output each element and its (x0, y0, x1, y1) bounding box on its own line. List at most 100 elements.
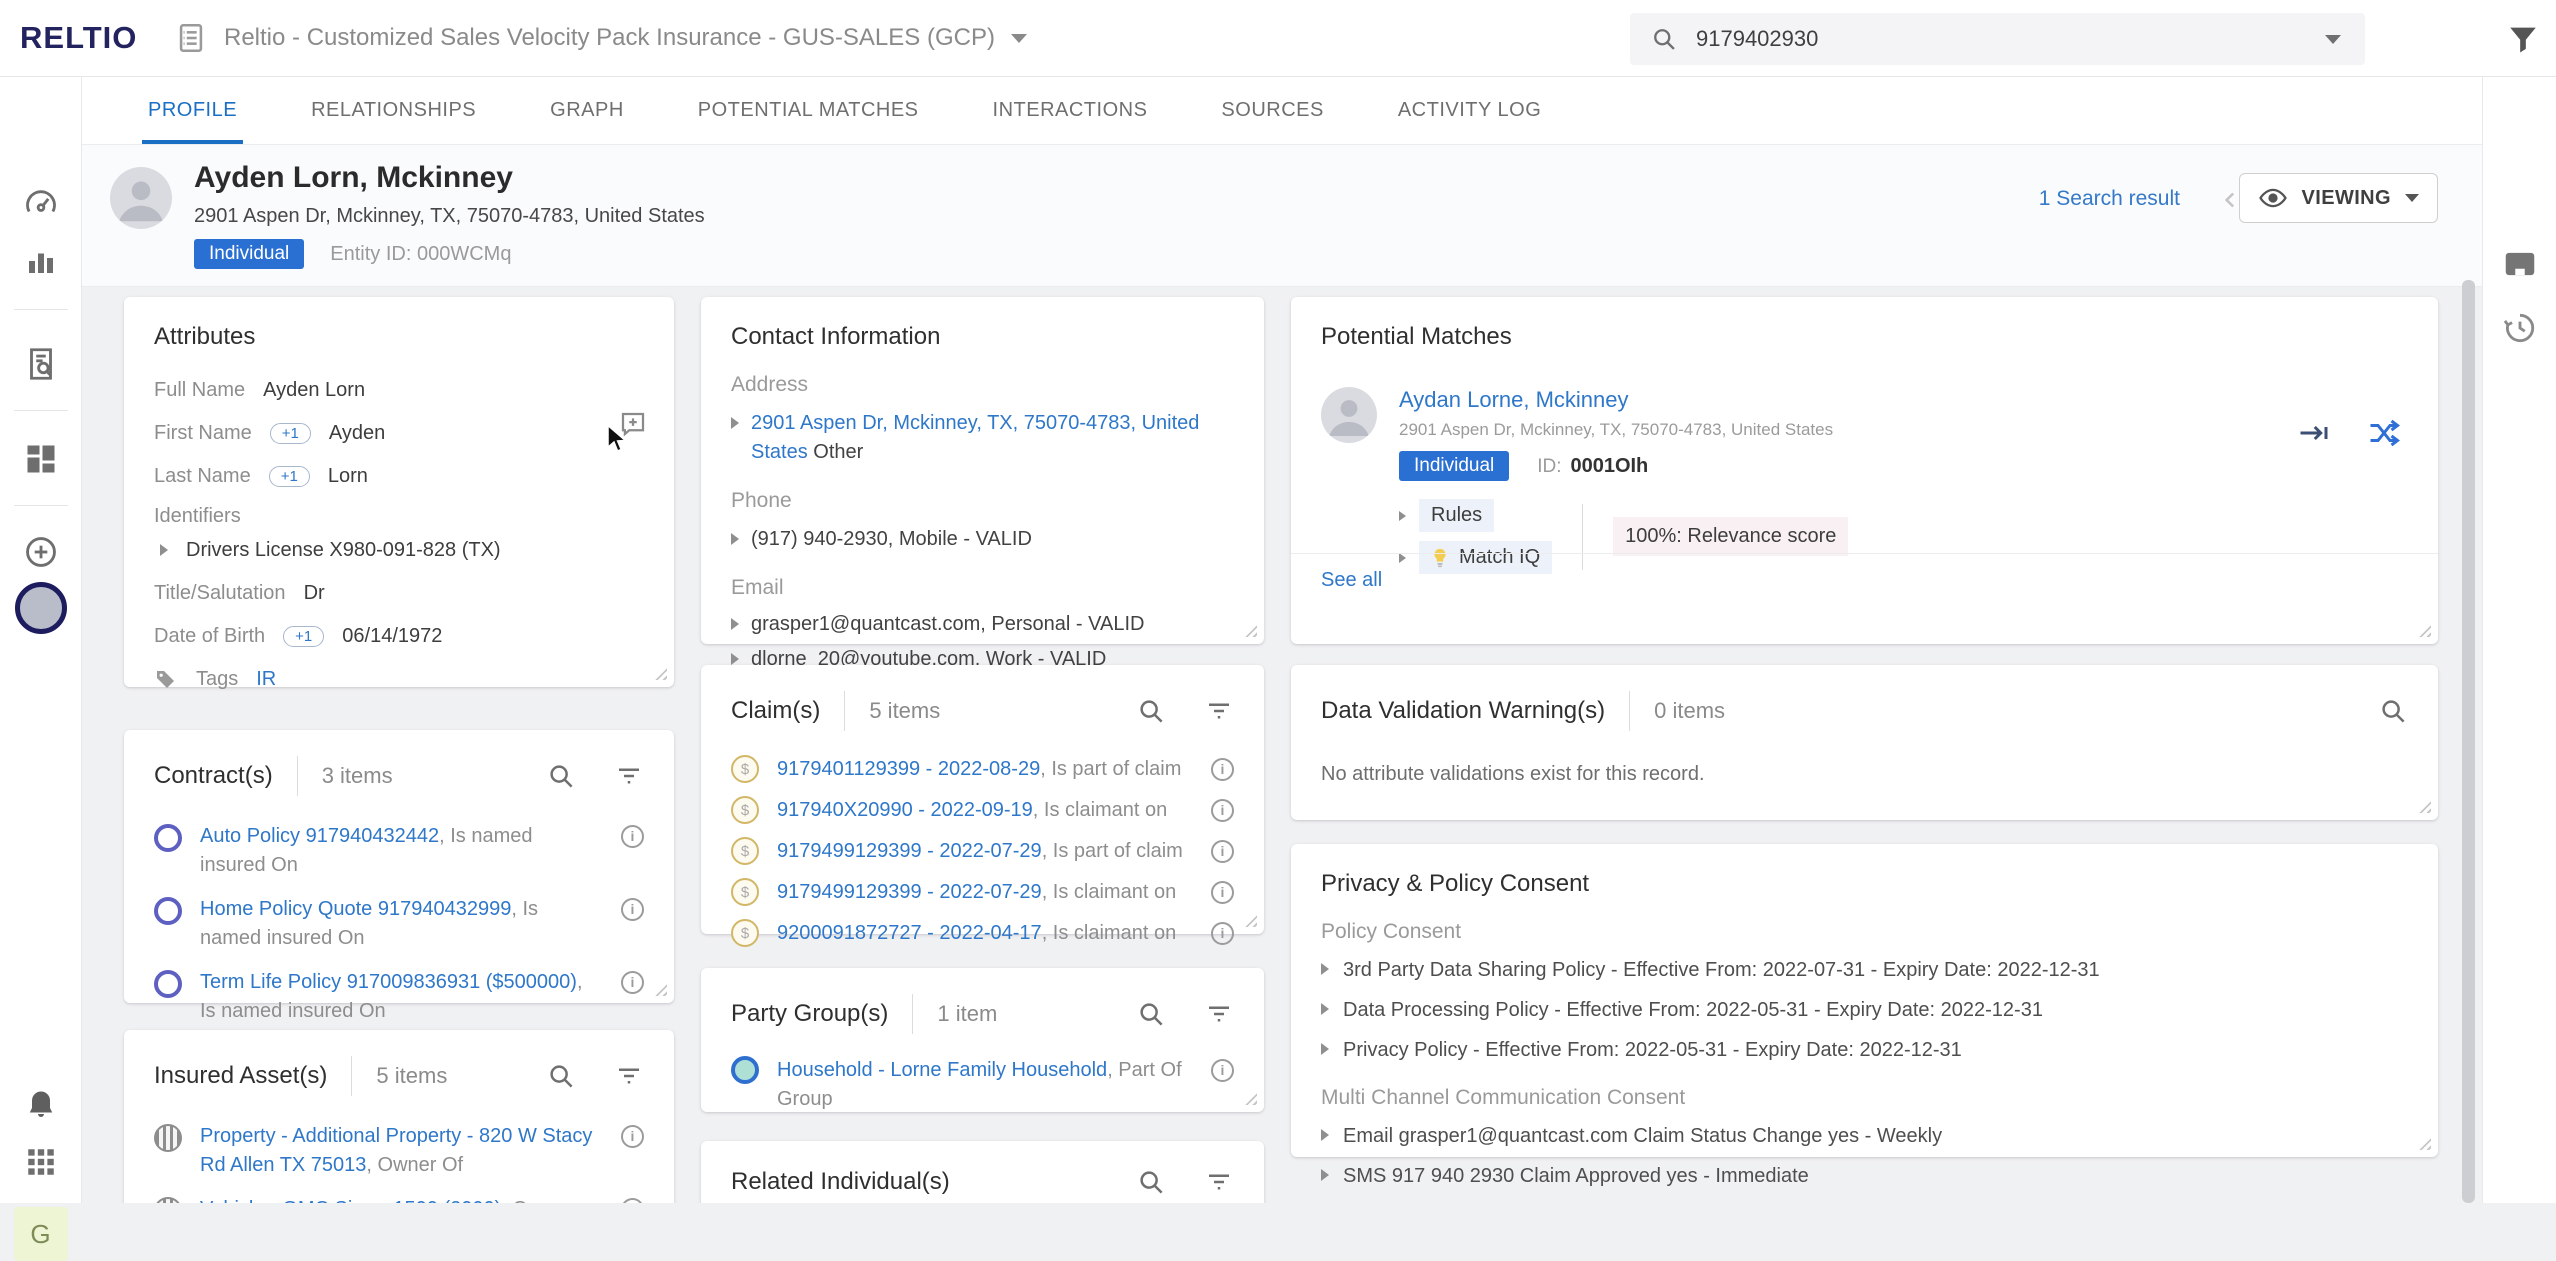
identifier-value[interactable]: Drivers License X980-091-828 (TX) (186, 539, 501, 562)
expand-chevron-icon[interactable] (731, 533, 739, 545)
analytics-bar-chart-icon[interactable] (23, 243, 59, 279)
global-search[interactable] (1630, 13, 2365, 65)
tab-graph[interactable]: GRAPH (550, 77, 624, 144)
card-search-icon[interactable] (546, 1061, 576, 1091)
info-icon[interactable] (1211, 799, 1234, 822)
expand-chevron-icon[interactable] (731, 417, 739, 429)
card-search-icon[interactable] (1136, 999, 1166, 1029)
attribute-label: Title/Salutation (154, 582, 286, 605)
info-icon[interactable] (621, 1125, 644, 1148)
info-icon[interactable] (621, 898, 644, 921)
side-panel-icon[interactable] (2501, 245, 2539, 283)
card-filter-icon[interactable] (614, 1061, 644, 1091)
user-avatar[interactable] (15, 582, 67, 634)
info-icon[interactable] (1211, 881, 1234, 904)
claim-link[interactable]: 917940X20990 - 2022-09-19 (777, 799, 1033, 821)
not-a-match-icon[interactable] (2296, 415, 2332, 451)
search-dropdown-caret-icon[interactable] (2325, 35, 2341, 44)
apps-grid-icon[interactable] (24, 1145, 58, 1179)
info-icon[interactable] (1211, 1059, 1234, 1082)
reltio-logo[interactable]: RELTIO (20, 20, 152, 56)
contract-link[interactable]: Home Policy Quote 917940432999 (200, 898, 511, 920)
see-all-link[interactable]: See all (1321, 569, 1382, 591)
party-group-link[interactable]: Household - Lorne Family Household (777, 1059, 1107, 1081)
card-filter-icon[interactable] (614, 761, 644, 791)
tab-interactions[interactable]: INTERACTIONS (993, 77, 1148, 144)
search-input[interactable] (1694, 25, 2325, 53)
merge-shuffle-icon[interactable] (2366, 415, 2402, 451)
info-icon[interactable] (1211, 758, 1234, 781)
contract-link[interactable]: Auto Policy 917940432442 (200, 825, 439, 847)
resize-grip[interactable] (2418, 624, 2431, 637)
phone-value[interactable]: (917) 940-2930, Mobile - VALID (751, 525, 1032, 554)
card-filter-icon[interactable] (1204, 1167, 1234, 1197)
potential-matches-card: Potential Matches Aydan Lorne, Mckinney … (1291, 297, 2438, 644)
card-filter-icon[interactable] (1204, 696, 1234, 726)
page-scrollbar[interactable] (2462, 280, 2475, 1203)
info-icon[interactable] (1211, 922, 1234, 945)
dashboard-gauge-icon[interactable] (22, 183, 60, 221)
notifications-bell-icon[interactable] (23, 1087, 59, 1123)
contract-link[interactable]: Term Life Policy 917009836931 ($500000) (200, 971, 577, 993)
search-document-icon[interactable] (22, 345, 60, 383)
expand-chevron-icon[interactable] (731, 618, 739, 630)
add-circle-icon[interactable] (22, 533, 60, 571)
card-search-icon[interactable] (546, 761, 576, 791)
search-result-link[interactable]: 1 Search result (2039, 187, 2180, 211)
asset-link[interactable]: Vehicle - GMC Sierra 1500 (2000) (200, 1198, 501, 1203)
dashboard-grid-icon[interactable] (23, 441, 59, 477)
resize-grip[interactable] (1244, 624, 1257, 637)
tag-value-link[interactable]: IR (256, 668, 276, 691)
card-filter-icon[interactable] (1204, 999, 1234, 1029)
tab-profile[interactable]: PROFILE (148, 77, 237, 144)
asset-icon (154, 1197, 182, 1203)
card-search-icon[interactable] (1136, 1167, 1166, 1197)
more-values-chip[interactable]: +1 (269, 466, 310, 487)
viewing-mode-button[interactable]: VIEWING (2239, 173, 2438, 223)
rules-expander[interactable]: Rules (1399, 499, 1552, 532)
info-icon[interactable] (621, 825, 644, 848)
expand-chevron-icon[interactable] (1321, 1129, 1329, 1141)
tab-potential-matches[interactable]: POTENTIAL MATCHES (698, 77, 919, 144)
expand-chevron-icon[interactable] (1321, 963, 1329, 975)
resize-grip[interactable] (2418, 1137, 2431, 1150)
info-icon[interactable] (621, 971, 644, 994)
claim-link[interactable]: 9179499129399 - 2022-07-29 (777, 881, 1042, 903)
privacy-policy-consent-card: Privacy & Policy Consent Policy Consent … (1291, 844, 2438, 1157)
contract-icon (154, 897, 182, 925)
tab-activity-log[interactable]: ACTIVITY LOG (1398, 77, 1541, 144)
workspace-g-badge[interactable]: G (14, 1207, 68, 1261)
resize-grip[interactable] (654, 667, 667, 680)
claim-link[interactable]: 9179401129399 - 2022-08-29 (777, 758, 1040, 780)
tab-sources[interactable]: SOURCES (1221, 77, 1323, 144)
expand-chevron-icon[interactable] (160, 544, 168, 556)
consent-text: SMS 917 940 2930 Claim Approved yes - Im… (1343, 1162, 1809, 1190)
more-values-chip[interactable]: +1 (283, 626, 324, 647)
card-search-icon[interactable] (2378, 696, 2408, 726)
entity-type-badge: Individual (194, 239, 304, 269)
expand-chevron-icon[interactable] (1321, 1169, 1329, 1181)
claim-link[interactable]: 9200091872727 - 2022-04-17 (777, 922, 1042, 944)
card-search-icon[interactable] (1136, 696, 1166, 726)
match-name-link[interactable]: Aydan Lorne, Mckinney (1399, 387, 1848, 413)
card-title: Insured Asset(s) (154, 1062, 327, 1090)
expand-chevron-icon[interactable] (1321, 1003, 1329, 1015)
resize-grip[interactable] (654, 983, 667, 996)
expand-chevron-icon[interactable] (731, 653, 739, 665)
resize-grip[interactable] (1244, 914, 1257, 927)
resize-grip[interactable] (1244, 1092, 1257, 1105)
tenant-selector[interactable]: Reltio - Customized Sales Velocity Pack … (174, 21, 1027, 55)
email-value[interactable]: grasper1@quantcast.com, Personal - VALID (751, 610, 1144, 639)
claim-dollar-icon (731, 919, 759, 947)
profile-header: Ayden Lorn, Mckinney 2901 Aspen Dr, Mcki… (82, 145, 2482, 287)
info-icon[interactable] (621, 1198, 644, 1203)
resize-grip[interactable] (2418, 800, 2431, 813)
advanced-filter-icon[interactable] (2506, 22, 2540, 56)
info-icon[interactable] (1211, 840, 1234, 863)
claim-link[interactable]: 9179499129399 - 2022-07-29 (777, 840, 1042, 862)
tab-relationships[interactable]: RELATIONSHIPS (311, 77, 476, 144)
expand-chevron-icon[interactable] (1321, 1043, 1329, 1055)
item-count: 5 items (376, 1063, 447, 1089)
more-values-chip[interactable]: +1 (270, 423, 311, 444)
history-icon[interactable] (2501, 309, 2539, 347)
